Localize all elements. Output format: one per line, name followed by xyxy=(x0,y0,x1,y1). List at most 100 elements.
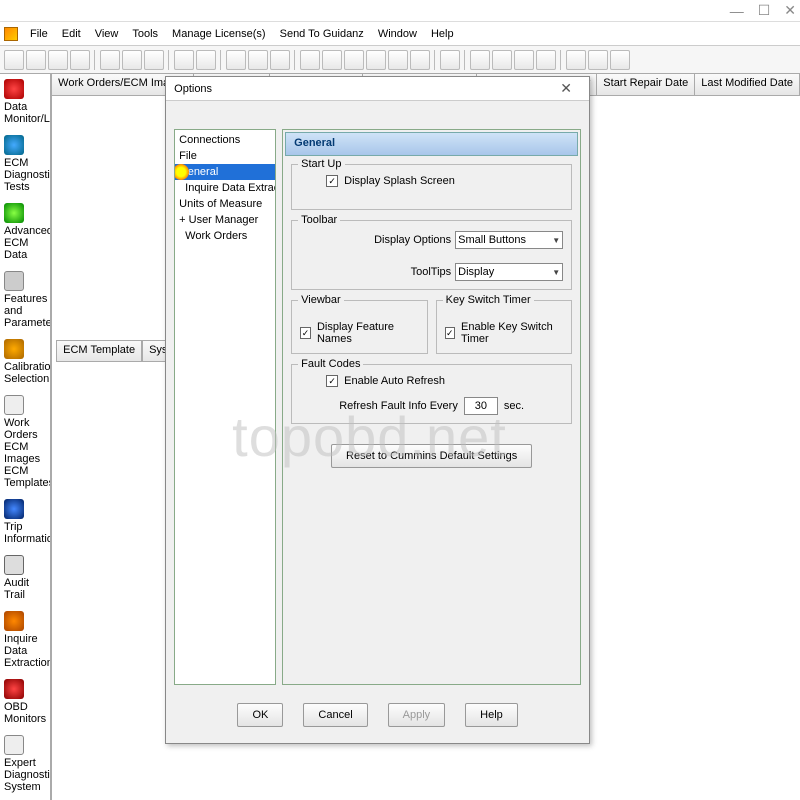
help-button[interactable]: Help xyxy=(465,703,518,727)
toolbar-button[interactable] xyxy=(4,50,24,70)
sidebar-item-label: Trip Information xyxy=(4,521,52,545)
checkbox-feature-names[interactable]: ✓ xyxy=(300,327,311,339)
toolbar-button[interactable] xyxy=(322,50,342,70)
checkbox-auto-refresh[interactable]: ✓ xyxy=(326,375,338,387)
tree-node[interactable]: General xyxy=(175,164,275,180)
sidebar-icon xyxy=(4,555,24,575)
toolbar-button[interactable] xyxy=(174,50,194,70)
toolbar-button[interactable] xyxy=(470,50,490,70)
toolbar-button[interactable] xyxy=(270,50,290,70)
sidebar-icon xyxy=(4,679,24,699)
tree-node[interactable]: Inquire Data Extraction xyxy=(175,180,275,196)
close-icon[interactable]: ✕ xyxy=(784,2,796,19)
toolbar-button[interactable] xyxy=(610,50,630,70)
sidebar-item-label: Data Monitor/Logger xyxy=(4,101,52,125)
sidebar-item[interactable]: Features and Parameters xyxy=(0,266,50,334)
toolbar-button[interactable] xyxy=(26,50,46,70)
menu-file[interactable]: File xyxy=(28,26,50,42)
maximize-icon[interactable]: ☐ xyxy=(758,2,771,19)
group-keyswitch: Key Switch Timer ✓ Enable Key Switch Tim… xyxy=(436,300,573,354)
options-panel: General Start Up ✓ Display Splash Screen… xyxy=(282,129,581,685)
tree-node[interactable]: File xyxy=(175,148,275,164)
sidebar-item[interactable]: Trip Information xyxy=(0,494,50,550)
menu-edit[interactable]: Edit xyxy=(60,26,83,42)
sidebar-item[interactable]: ECM Diagnostic Tests xyxy=(0,130,50,198)
select-display-options[interactable]: Small Buttons xyxy=(455,231,563,249)
dialog-close-icon[interactable]: ✕ xyxy=(551,80,581,97)
toolbar-button[interactable] xyxy=(344,50,364,70)
toolbar-button[interactable] xyxy=(144,50,164,70)
viewbar: Data Monitor/LoggerECM Diagnostic TestsA… xyxy=(0,74,52,800)
sidebar-item[interactable]: Audit Trail xyxy=(0,550,50,606)
toolbar-button[interactable] xyxy=(440,50,460,70)
sidebar-item-label: Audit Trail xyxy=(4,577,46,601)
column-header[interactable]: Start Repair Date xyxy=(597,74,695,95)
cancel-button[interactable]: Cancel xyxy=(303,703,367,727)
column-header[interactable]: ECM Template xyxy=(56,340,142,362)
tree-node[interactable]: Work Orders xyxy=(175,228,275,244)
menu-help[interactable]: Help xyxy=(429,26,456,42)
reset-defaults-button[interactable]: Reset to Cummins Default Settings xyxy=(331,444,532,468)
menu-manage-licenses[interactable]: Manage License(s) xyxy=(170,26,268,42)
content-area: Work Orders/ECM ImagesSystem TypeCustome… xyxy=(52,74,800,800)
toolbar-button[interactable] xyxy=(248,50,268,70)
toolbar-button[interactable] xyxy=(588,50,608,70)
tree-node[interactable]: Units of Measure xyxy=(175,196,275,212)
toolbar-button[interactable] xyxy=(70,50,90,70)
toolbar-button[interactable] xyxy=(566,50,586,70)
minimize-icon[interactable]: — xyxy=(730,3,744,19)
toolbar-button[interactable] xyxy=(410,50,430,70)
toolbar xyxy=(0,46,800,74)
dialog-title: Options xyxy=(174,83,212,95)
checkbox-keyswitch-timer[interactable]: ✓ xyxy=(445,327,455,339)
sidebar-item[interactable]: OBD Monitors xyxy=(0,674,50,730)
toolbar-button[interactable] xyxy=(48,50,68,70)
tree-node[interactable]: + User Manager xyxy=(175,212,275,228)
ok-button[interactable]: OK xyxy=(237,703,283,727)
sidebar-icon xyxy=(4,203,24,223)
menu-send-to-guidanz[interactable]: Send To Guidanz xyxy=(278,26,366,42)
sidebar-item-label: Expert Diagnostic System xyxy=(4,757,52,793)
app-icon xyxy=(4,27,18,41)
menubar: File Edit View Tools Manage License(s) S… xyxy=(0,22,800,46)
options-dialog: Options ✕ Connections File General Inqui… xyxy=(165,76,590,744)
window-titlebar: — ☐ ✕ xyxy=(0,0,800,22)
sidebar-item[interactable]: Work Orders ECM Images ECM Templates xyxy=(0,390,50,494)
select-tooltips[interactable]: Display xyxy=(455,263,563,281)
grid-header-secondary: ECM TemplateSyst xyxy=(56,340,177,362)
tree-node[interactable]: Connections xyxy=(175,132,275,148)
sidebar-icon xyxy=(4,271,24,291)
dialog-buttons: OK Cancel Apply Help xyxy=(166,693,589,737)
sidebar-item-label: Work Orders ECM Images ECM Templates xyxy=(4,417,52,489)
spinner-refresh-seconds[interactable]: 30 xyxy=(464,397,498,415)
toolbar-button[interactable] xyxy=(514,50,534,70)
toolbar-button[interactable] xyxy=(388,50,408,70)
apply-button[interactable]: Apply xyxy=(388,703,446,727)
sidebar-item[interactable]: Inquire Data Extraction xyxy=(0,606,50,674)
toolbar-button[interactable] xyxy=(122,50,142,70)
toolbar-button[interactable] xyxy=(366,50,386,70)
checkbox-splash-screen[interactable]: ✓ xyxy=(326,175,338,187)
options-tree: Connections File General Inquire Data Ex… xyxy=(174,129,276,685)
sidebar-item-label: Features and Parameters xyxy=(4,293,52,329)
toolbar-button[interactable] xyxy=(196,50,216,70)
group-toolbar: Toolbar Display Options Small Buttons To… xyxy=(291,220,572,290)
sidebar-item[interactable]: Calibration Selection xyxy=(0,334,50,390)
toolbar-button[interactable] xyxy=(100,50,120,70)
sidebar-icon xyxy=(4,135,24,155)
group-startup: Start Up ✓ Display Splash Screen xyxy=(291,164,572,210)
toolbar-button[interactable] xyxy=(492,50,512,70)
menu-view[interactable]: View xyxy=(93,26,121,42)
toolbar-button[interactable] xyxy=(300,50,320,70)
sidebar-icon xyxy=(4,611,24,631)
sidebar-item-label: Calibration Selection xyxy=(4,361,52,385)
menu-window[interactable]: Window xyxy=(376,26,419,42)
toolbar-button[interactable] xyxy=(226,50,246,70)
sidebar-icon xyxy=(4,339,24,359)
sidebar-item[interactable]: Advanced ECM Data xyxy=(0,198,50,266)
sidebar-item[interactable]: Data Monitor/Logger xyxy=(0,74,50,130)
sidebar-item[interactable]: Expert Diagnostic System xyxy=(0,730,50,798)
menu-tools[interactable]: Tools xyxy=(130,26,160,42)
column-header[interactable]: Last Modified Date xyxy=(695,74,800,95)
toolbar-button[interactable] xyxy=(536,50,556,70)
